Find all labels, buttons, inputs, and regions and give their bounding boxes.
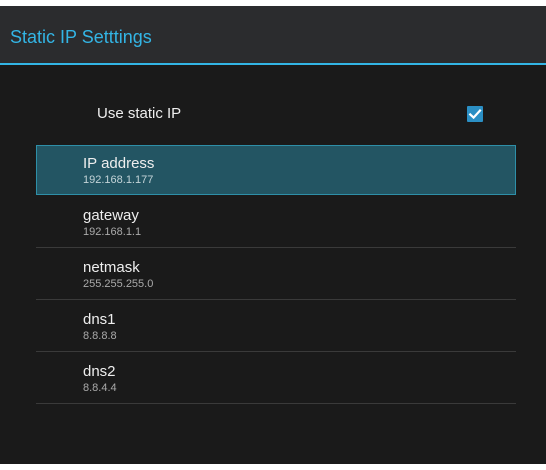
checkmark-icon xyxy=(468,109,482,120)
page-title: Static IP Setttings xyxy=(10,27,152,47)
dns2-title: dns2 xyxy=(83,363,116,380)
dns2-item[interactable]: dns2 8.8.4.4 xyxy=(36,353,516,404)
netmask-value: 255.255.255.0 xyxy=(83,278,154,290)
list-divider xyxy=(36,351,516,352)
ip-address-item[interactable]: IP address 192.168.1.177 xyxy=(36,145,516,195)
gateway-value: 192.168.1.1 xyxy=(83,226,142,238)
dns1-item[interactable]: dns1 8.8.8.8 xyxy=(36,301,516,352)
use-static-ip-label: Use static IP xyxy=(97,105,182,122)
netmask-title: netmask xyxy=(83,259,140,276)
action-bar: Static IP Setttings xyxy=(0,6,546,63)
netmask-item[interactable]: netmask 255.255.255.0 xyxy=(36,249,516,300)
list-divider xyxy=(36,299,516,300)
list-divider xyxy=(36,403,516,404)
list-divider xyxy=(36,247,516,248)
ip-address-value: 192.168.1.177 xyxy=(83,174,154,186)
settings-screen: Static IP Setttings Use static IP IP add… xyxy=(0,6,546,464)
gateway-title: gateway xyxy=(83,207,139,224)
gateway-item[interactable]: gateway 192.168.1.1 xyxy=(36,197,516,248)
ip-address-title: IP address xyxy=(83,155,155,172)
preference-list: Use static IP IP address 192.168.1.177 g… xyxy=(0,65,546,464)
dns2-value: 8.8.4.4 xyxy=(83,382,117,394)
dns1-value: 8.8.8.8 xyxy=(83,330,117,342)
use-static-ip-checkbox[interactable] xyxy=(467,106,483,122)
use-static-ip-row[interactable]: Use static IP xyxy=(36,99,516,129)
dns1-title: dns1 xyxy=(83,311,116,328)
